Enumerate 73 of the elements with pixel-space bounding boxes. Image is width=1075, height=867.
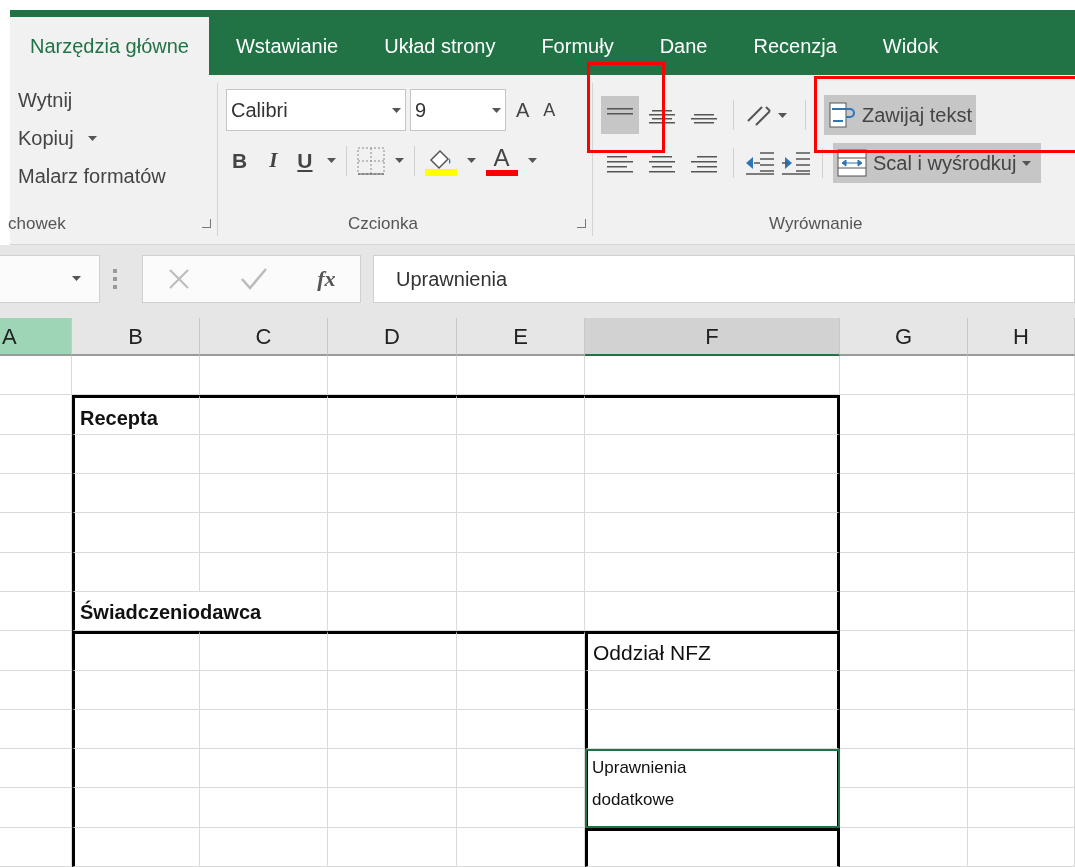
increase-indent-icon[interactable] [780,150,812,176]
group-label: Czcionka [348,212,418,235]
font-name-field[interactable]: Calibri [226,89,406,131]
wrap-text-icon [828,101,858,129]
italic-button[interactable]: I [263,145,284,177]
table-cell[interactable]: Świadczeniodawca [72,591,328,632]
table-cell[interactable] [585,709,840,750]
bold-button[interactable]: B [226,145,254,177]
column-header[interactable]: D [328,318,457,357]
grow-font-button[interactable]: A [510,95,536,125]
table-cell[interactable] [200,395,328,435]
column-header[interactable]: F [585,318,840,357]
formula-field[interactable]: Uprawnienia [373,254,1075,303]
ribbon-tab[interactable]: Widok [859,17,962,75]
table-cell[interactable] [457,395,585,435]
table-cell[interactable]: Oddział NFZ [585,631,840,671]
clipboard-command[interactable]: Kopiuj [18,123,74,153]
underline-button[interactable]: U [293,145,317,177]
shrink-font-button[interactable]: A [539,96,560,124]
table-cell[interactable] [585,591,840,632]
table-cell[interactable] [585,513,840,553]
caret-icon[interactable] [466,158,476,164]
table-cell[interactable] [585,474,840,514]
table-cell[interactable] [328,395,457,435]
ribbon-tab[interactable]: Recenzja [730,17,860,75]
clipboard-command[interactable]: Wytnij [18,85,73,115]
wrap-text-button[interactable]: Zawijaj tekst [824,95,977,135]
drag-handle-icon[interactable] [112,267,118,290]
table-cell[interactable] [200,631,328,671]
table-cell[interactable] [585,827,840,867]
ribbon-tab[interactable]: Układ strony [361,17,519,75]
table-cell[interactable] [585,552,840,592]
table-cell[interactable]: Uprawnienia dodatkowe [585,749,840,828]
caret-icon[interactable] [326,158,336,164]
column-header[interactable]: E [457,318,585,357]
caret-icon[interactable] [394,158,404,164]
group-label: Wyrównanie [769,213,863,233]
font-size-field[interactable]: 9 [410,89,506,131]
caret-icon[interactable] [392,107,401,113]
top-align-icon[interactable] [601,96,639,134]
caret-icon[interactable] [492,107,501,113]
ribbon-tab[interactable]: Wstawianie [213,17,362,75]
column-header[interactable]: G [840,318,968,357]
caret-icon[interactable] [72,276,81,282]
dialog-launcher-icon[interactable] [577,218,586,228]
table-cell[interactable] [457,631,585,671]
column-header[interactable]: H [968,318,1075,357]
group-label: chowek [8,212,66,235]
column-header[interactable]: B [72,318,200,357]
caret-icon[interactable] [527,158,537,164]
borders-icon[interactable] [356,146,385,175]
table-cell[interactable] [585,434,840,475]
table-cell[interactable] [72,631,200,671]
caret-icon[interactable] [778,112,787,118]
table-cell[interactable] [328,631,457,671]
check-icon[interactable] [240,266,269,291]
close-icon[interactable] [167,266,192,291]
table-cell[interactable] [585,395,840,435]
ribbon-tab[interactable]: Formuły [518,17,637,75]
column-header[interactable]: A [0,318,72,357]
caret-icon[interactable] [87,135,97,141]
clipboard-command[interactable]: Malarz formatów [18,161,166,191]
column-header[interactable]: C [200,318,328,357]
ribbon-tab[interactable]: Dane [636,17,731,75]
font-color-button[interactable]: A [485,145,518,176]
caret-icon[interactable] [1022,160,1032,166]
table-cell[interactable] [585,670,840,710]
insert-function-button[interactable]: fx [317,262,336,296]
merge-center-button[interactable]: Scal i wyśrodkuj [833,143,1042,183]
decrease-indent-icon[interactable] [744,150,776,176]
ribbon-tab[interactable]: Narzędzia główne [10,17,209,75]
table-cell[interactable]: Recepta [72,395,200,435]
dialog-launcher-icon[interactable] [202,218,211,228]
